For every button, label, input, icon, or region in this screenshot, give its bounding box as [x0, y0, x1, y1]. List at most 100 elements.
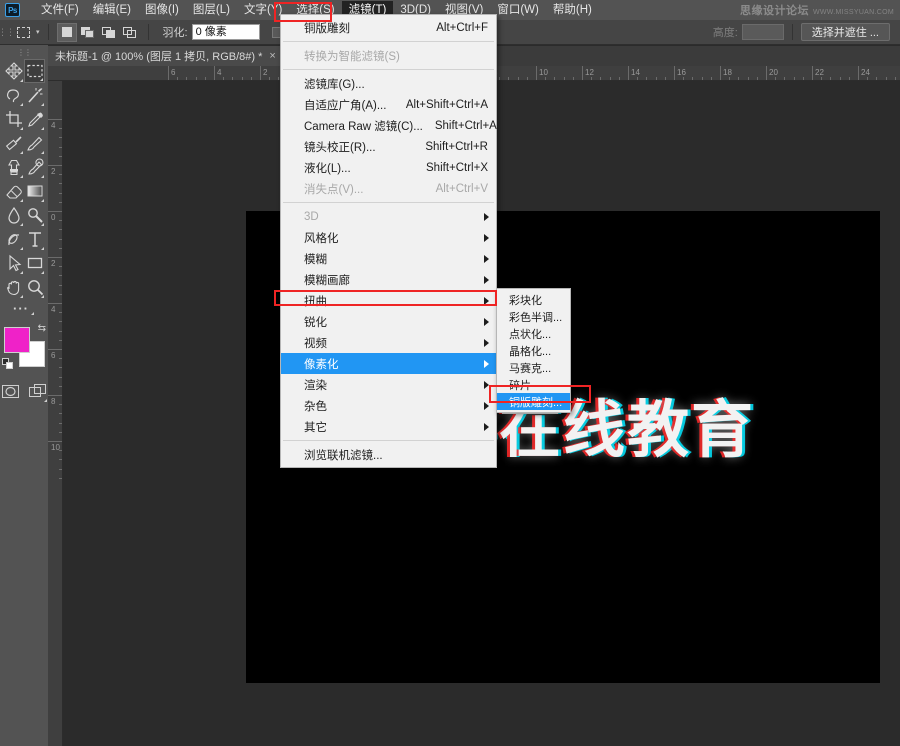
pixelate-submenu-item[interactable]: 马赛克...	[497, 359, 570, 376]
lasso-tool[interactable]	[3, 83, 24, 107]
menu-image[interactable]: 图像(I)	[138, 1, 186, 20]
tools-panel-grip[interactable]: ⋮⋮	[0, 45, 48, 59]
submenu-arrow-icon	[484, 318, 489, 326]
foreground-color-swatch[interactable]	[4, 327, 30, 353]
ruler-tick	[48, 165, 63, 166]
pen-icon	[5, 230, 23, 248]
filter-menu-item[interactable]: 渲染	[281, 374, 496, 395]
filter-menu-item[interactable]: 视频	[281, 332, 496, 353]
pen-tool[interactable]	[3, 227, 24, 251]
filter-menu-item-label: 扭曲	[304, 293, 488, 309]
ruler-label: 16	[677, 69, 686, 77]
blur-tool[interactable]	[3, 203, 24, 227]
rectangle-tool[interactable]	[24, 251, 45, 275]
ruler-label: 14	[631, 69, 640, 77]
filter-menu-item-label: 消失点(V)...	[304, 181, 424, 197]
filter-menu-item[interactable]: 锐化	[281, 311, 496, 332]
gradient-tool[interactable]	[24, 179, 45, 203]
options-bar-grip[interactable]: ⋮⋮	[0, 20, 12, 45]
filter-menu-item[interactable]: 风格化	[281, 227, 496, 248]
pixelate-submenu-item[interactable]: 彩块化	[497, 291, 570, 308]
clone-stamp-icon	[5, 158, 23, 176]
zoom-tool[interactable]	[24, 275, 45, 299]
ruler-tick	[48, 441, 63, 442]
pixelate-submenu-item[interactable]: 碎片	[497, 376, 570, 393]
filter-menu-item[interactable]: 消失点(V)...Alt+Ctrl+V	[281, 178, 496, 199]
filter-menu-item[interactable]: 转换为智能滤镜(S)	[281, 45, 496, 66]
pixelate-submenu-item[interactable]: 晶格化...	[497, 342, 570, 359]
healing-brush-icon	[5, 134, 23, 152]
healing-brush-tool[interactable]	[3, 131, 24, 155]
edit-toolbar-button[interactable]: ···	[0, 299, 42, 319]
ruler-tick	[48, 119, 63, 120]
photoshop-window: Ps 文件(F)编辑(E)图像(I)图层(L)文字(Y)选择(S)滤镜(T)3D…	[0, 0, 900, 746]
dodge-tool[interactable]	[24, 203, 45, 227]
history-brush-tool[interactable]	[24, 155, 45, 179]
path-selection-tool[interactable]	[3, 251, 24, 275]
ruler-tick	[766, 66, 767, 81]
hand-tool[interactable]	[3, 275, 24, 299]
subtract-from-selection-button[interactable]	[99, 23, 119, 42]
ruler-tick	[214, 66, 215, 81]
default-colors-icon[interactable]	[2, 358, 13, 369]
eraser-tool[interactable]	[3, 179, 24, 203]
tool-preset-chevron-icon[interactable]: ▾	[36, 28, 40, 36]
menu-layer[interactable]: 图层(L)	[186, 1, 237, 20]
new-selection-button[interactable]	[57, 23, 77, 42]
filter-menu-item[interactable]: Camera Raw 滤镜(C)...Shift+Ctrl+A	[281, 115, 496, 136]
filter-menu-item-shortcut: Shift+Ctrl+X	[426, 162, 488, 174]
eyedropper-tool[interactable]	[24, 107, 45, 131]
lasso-icon	[5, 86, 23, 104]
pixelate-submenu-item[interactable]: 彩色半调...	[497, 308, 570, 325]
menu-help[interactable]: 帮助(H)	[546, 1, 599, 20]
submenu-arrow-icon	[484, 255, 489, 263]
screen-mode-button[interactable]	[28, 379, 48, 403]
filter-menu-item-label: 像素化	[304, 356, 488, 372]
type-tool[interactable]	[24, 227, 45, 251]
magic-wand-tool[interactable]	[24, 83, 45, 107]
blur-icon	[5, 206, 23, 224]
crop-icon	[5, 110, 23, 128]
filter-menu-item[interactable]: 浏览联机滤镜...	[281, 444, 496, 465]
filter-menu-item[interactable]: 其它	[281, 416, 496, 437]
feather-input[interactable]: 0 像素	[192, 24, 260, 40]
filter-menu-item[interactable]: 铜版雕刻Alt+Ctrl+F	[281, 17, 496, 38]
filter-menu-item[interactable]: 滤镜库(G)...	[281, 73, 496, 94]
swap-colors-icon[interactable]: ⇆	[38, 323, 46, 334]
filter-menu-item[interactable]: 模糊画廊	[281, 269, 496, 290]
pixelate-submenu-item[interactable]: 点状化...	[497, 325, 570, 342]
filter-menu-item[interactable]: 3D	[281, 206, 496, 227]
close-icon[interactable]: ×	[269, 50, 275, 62]
menu-edit[interactable]: 编辑(E)	[86, 1, 138, 20]
filter-menu-item[interactable]: 扭曲	[281, 290, 496, 311]
height-input[interactable]	[742, 24, 784, 40]
vertical-ruler[interactable]: 420246810	[48, 81, 63, 746]
pixelate-submenu-item[interactable]: 铜版雕刻...	[497, 393, 570, 410]
menu-window[interactable]: 窗口(W)	[490, 1, 546, 20]
ruler-tick	[720, 66, 721, 81]
document-tab[interactable]: 未标题-1 @ 100% (图层 1 拷贝, RGB/8#) * ×	[48, 46, 284, 66]
filter-menu-item[interactable]: 像素化	[281, 353, 496, 374]
brush-tool[interactable]	[24, 131, 45, 155]
ruler-tick	[48, 303, 63, 304]
menu-file[interactable]: 文件(F)	[34, 1, 86, 20]
filter-menu-item[interactable]: 杂色	[281, 395, 496, 416]
divider	[148, 24, 149, 40]
move-tool[interactable]	[3, 59, 24, 83]
filter-menu-item[interactable]: 镜头校正(R)...Shift+Ctrl+R	[281, 136, 496, 157]
filter-menu-item[interactable]: 模糊	[281, 248, 496, 269]
filter-menu-item-label: 转换为智能滤镜(S)	[304, 48, 488, 64]
submenu-arrow-icon	[484, 381, 489, 389]
add-to-selection-button[interactable]	[78, 23, 98, 42]
quick-mask-button[interactable]	[0, 379, 20, 403]
filter-menu-item-label: 模糊画廊	[304, 272, 488, 288]
crop-tool[interactable]	[3, 107, 24, 131]
filter-menu-item[interactable]: 自适应广角(A)...Alt+Shift+Ctrl+A	[281, 94, 496, 115]
filter-menu-item[interactable]: 液化(L)...Shift+Ctrl+X	[281, 157, 496, 178]
rectangular-marquee-tool[interactable]	[24, 59, 45, 83]
rectangle-icon	[26, 254, 44, 272]
clone-stamp-tool[interactable]	[3, 155, 24, 179]
active-tool-preset-icon[interactable]	[12, 23, 34, 41]
select-and-mask-button[interactable]: 选择并遮住 ...	[801, 23, 890, 41]
intersect-selection-button[interactable]	[120, 23, 140, 42]
